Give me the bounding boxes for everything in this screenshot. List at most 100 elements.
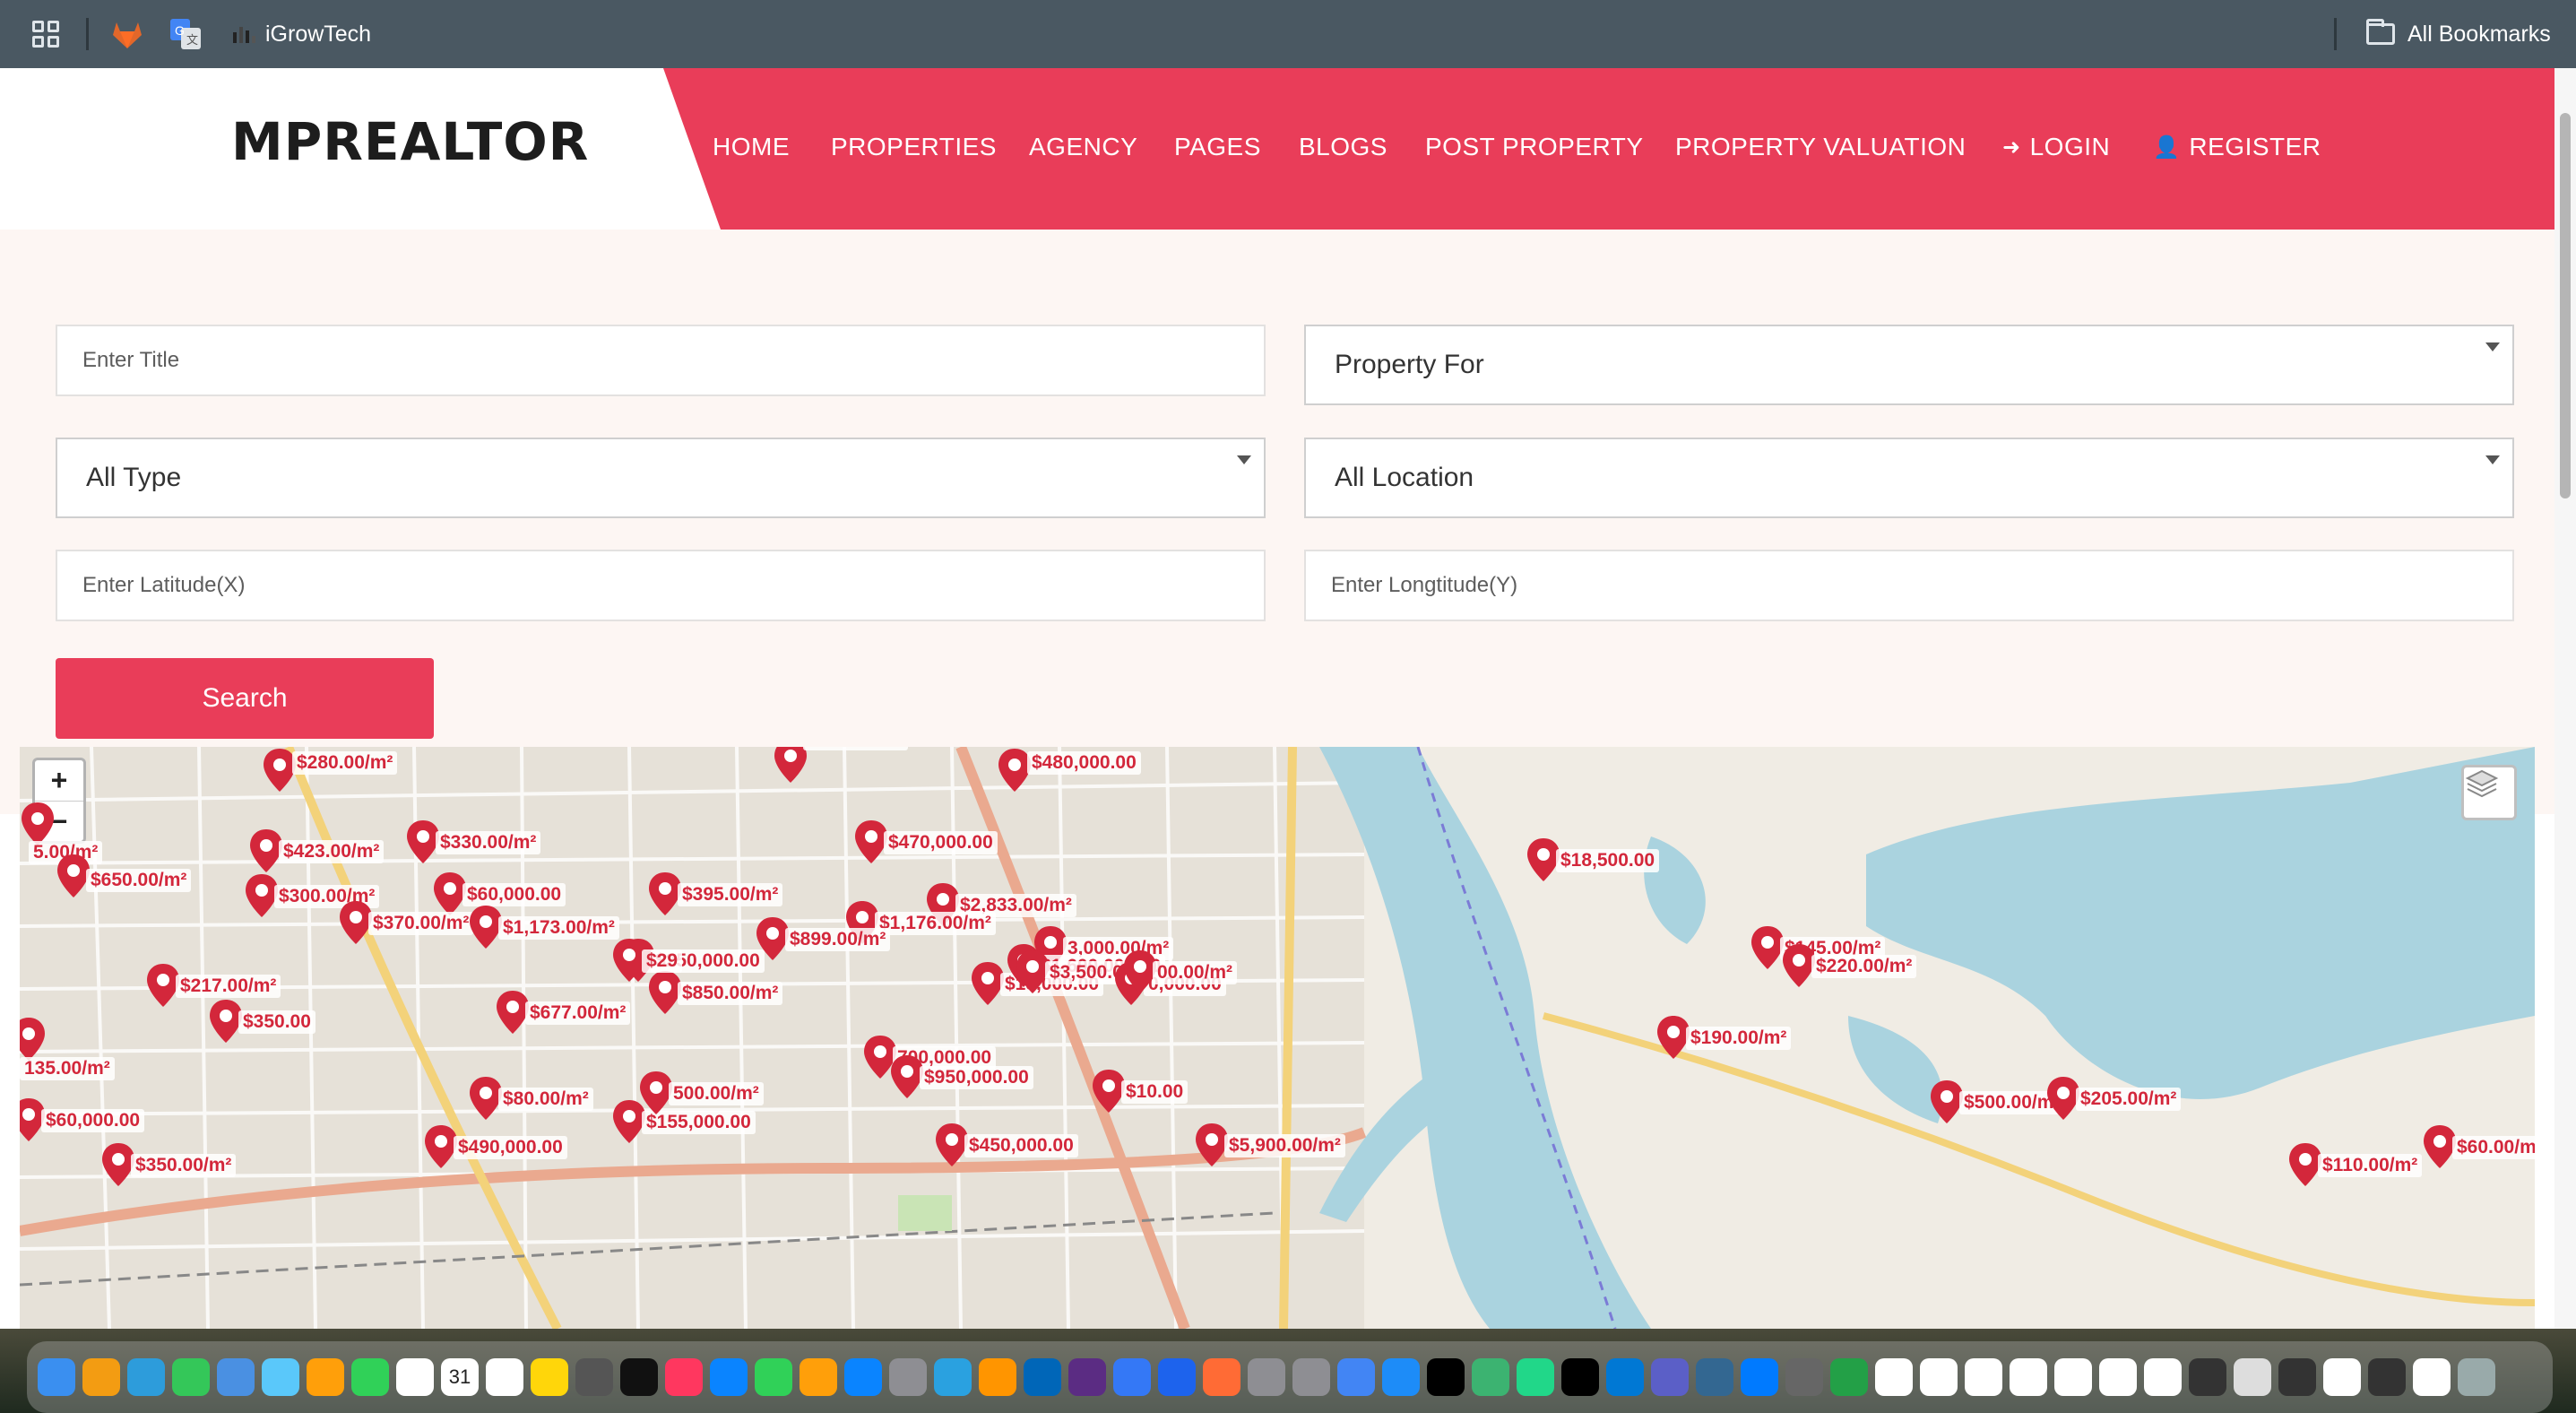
map-price-label: $110.00/m² bbox=[2318, 1154, 2423, 1177]
map-price-label: $220.00/m² bbox=[1811, 955, 1917, 978]
bookmarks-bar: G文 iGrowTech All Bookmarks bbox=[0, 0, 2576, 68]
dock-app-icon[interactable] bbox=[262, 1358, 299, 1396]
dock-app-icon[interactable] bbox=[1875, 1358, 1913, 1396]
dock-app-icon[interactable] bbox=[1651, 1358, 1689, 1396]
dock-app-icon[interactable] bbox=[1561, 1358, 1599, 1396]
dock-app-icon[interactable] bbox=[1830, 1358, 1868, 1396]
title-input[interactable]: Enter Title bbox=[56, 325, 1266, 396]
gitlab-bookmark-icon[interactable] bbox=[111, 0, 143, 68]
dock-app-icon[interactable] bbox=[1024, 1358, 1061, 1396]
dock-app-icon[interactable] bbox=[755, 1358, 792, 1396]
nav-register[interactable]: 👤 REGISTER bbox=[2153, 133, 2321, 161]
dock-app-icon[interactable] bbox=[2458, 1358, 2495, 1396]
longitude-input[interactable]: Enter Longtitude(Y) bbox=[1304, 550, 2514, 621]
apps-grid-icon[interactable] bbox=[32, 0, 59, 68]
nav-properties[interactable]: PROPERTIES bbox=[831, 133, 997, 161]
dock-app-icon[interactable] bbox=[844, 1358, 882, 1396]
map-price-label: $18,500.00 bbox=[1556, 849, 1660, 872]
dock-app-icon[interactable] bbox=[172, 1358, 210, 1396]
nav-property-valuation[interactable]: PROPERTY VALUATION bbox=[1675, 133, 1966, 161]
google-translate-bookmark-icon[interactable]: G文 bbox=[170, 0, 201, 68]
dock-app-icon[interactable] bbox=[2144, 1358, 2182, 1396]
dock-app-icon[interactable] bbox=[1785, 1358, 1823, 1396]
nav-login[interactable]: ➜ LOGIN bbox=[2002, 133, 2110, 161]
dock-app-icon[interactable] bbox=[2054, 1358, 2092, 1396]
site-logo[interactable]: MPREALTOR bbox=[231, 111, 589, 172]
dock-app-icon[interactable] bbox=[217, 1358, 255, 1396]
dock-app-icon[interactable] bbox=[1965, 1358, 2002, 1396]
folder-icon bbox=[2366, 19, 2395, 45]
dock-app-icon[interactable] bbox=[396, 1358, 434, 1396]
nav-agency[interactable]: AGENCY bbox=[1029, 133, 1137, 161]
location-value: All Location bbox=[1335, 463, 1474, 492]
dock-app-icon[interactable] bbox=[934, 1358, 972, 1396]
dock-app-icon[interactable] bbox=[575, 1358, 613, 1396]
dock-app-icon[interactable] bbox=[531, 1358, 568, 1396]
chevron-down-icon bbox=[1237, 455, 1251, 464]
dock-app-icon[interactable] bbox=[1472, 1358, 1509, 1396]
dock-app-icon[interactable] bbox=[2099, 1358, 2137, 1396]
dock-app-icon[interactable] bbox=[800, 1358, 837, 1396]
dock-app-icon[interactable] bbox=[1696, 1358, 1733, 1396]
page-scrollbar[interactable] bbox=[2554, 68, 2576, 1329]
map-marker-pin-icon[interactable] bbox=[20, 1016, 47, 1062]
dock-app-icon[interactable] bbox=[1920, 1358, 1958, 1396]
map-price-label: $5,900.00/m² bbox=[1224, 1134, 1345, 1157]
map-marker-pin-icon[interactable] bbox=[773, 747, 808, 785]
map-price-label: $10.00 bbox=[1121, 1080, 1189, 1104]
property-for-select[interactable]: Property For bbox=[1304, 325, 2514, 405]
dock-app-icon[interactable] bbox=[1337, 1358, 1375, 1396]
dock-app-icon[interactable] bbox=[1606, 1358, 1644, 1396]
dock-app-icon[interactable] bbox=[1517, 1358, 1554, 1396]
dock-app-icon[interactable] bbox=[486, 1358, 523, 1396]
bookmark-igrowtech[interactable]: iGrowTech bbox=[231, 0, 371, 68]
map-price-label: $470,000.00 bbox=[884, 831, 998, 854]
bookmark-separator bbox=[86, 18, 89, 50]
dock-app-icon[interactable] bbox=[2368, 1358, 2406, 1396]
dock-app-icon[interactable] bbox=[1068, 1358, 1106, 1396]
dock-app-icon[interactable] bbox=[710, 1358, 748, 1396]
dock-app-icon[interactable] bbox=[2278, 1358, 2316, 1396]
all-bookmarks-button[interactable]: All Bookmarks bbox=[2366, 0, 2551, 68]
dock-app-icon[interactable] bbox=[2413, 1358, 2451, 1396]
dock-app-icon[interactable] bbox=[1203, 1358, 1240, 1396]
dock-app-icon[interactable] bbox=[1427, 1358, 1465, 1396]
dock-app-icon[interactable] bbox=[38, 1358, 75, 1396]
dock-app-icon[interactable] bbox=[1292, 1358, 1330, 1396]
dock-app-icon[interactable] bbox=[127, 1358, 165, 1396]
dock-app-icon[interactable] bbox=[2323, 1358, 2361, 1396]
location-select[interactable]: All Location bbox=[1304, 438, 2514, 518]
chevron-down-icon bbox=[2485, 342, 2500, 351]
type-value: All Type bbox=[86, 463, 182, 492]
dock-app-icon[interactable] bbox=[2189, 1358, 2226, 1396]
dock-app-icon[interactable] bbox=[2234, 1358, 2271, 1396]
nav-post-property[interactable]: POST PROPERTY bbox=[1425, 133, 1644, 161]
dock-app-icon[interactable] bbox=[979, 1358, 1016, 1396]
dock-app-icon[interactable] bbox=[2010, 1358, 2047, 1396]
map-price-label: $350.00/m² bbox=[131, 1154, 237, 1177]
nav-pages[interactable]: PAGES bbox=[1174, 133, 1261, 161]
dock-app-icon[interactable] bbox=[307, 1358, 344, 1396]
map-price-label: 500.00/m² bbox=[669, 1082, 764, 1105]
dock-app-icon[interactable] bbox=[889, 1358, 927, 1396]
dock-app-icon[interactable] bbox=[620, 1358, 658, 1396]
dock-app-icon[interactable] bbox=[82, 1358, 120, 1396]
calendar-app-icon[interactable]: 31 bbox=[441, 1358, 479, 1396]
layers-button[interactable] bbox=[2461, 765, 2517, 820]
latitude-input[interactable]: Enter Latitude(X) bbox=[56, 550, 1266, 621]
zoom-in-button[interactable]: + bbox=[35, 760, 83, 802]
dock-app-icon[interactable] bbox=[665, 1358, 703, 1396]
nav-blogs[interactable]: BLOGS bbox=[1299, 133, 1387, 161]
search-button[interactable]: Search bbox=[56, 658, 434, 739]
dock-app-icon[interactable] bbox=[1741, 1358, 1778, 1396]
map-price-label: 135.00/m² bbox=[20, 1057, 115, 1080]
property-map[interactable]: + − $280.00/m²$850.00/m²$480,000.005.00/… bbox=[20, 747, 2535, 1329]
nav-home[interactable]: HOME bbox=[713, 133, 790, 161]
type-select[interactable]: All Type bbox=[56, 438, 1266, 518]
scroll-thumb[interactable] bbox=[2560, 113, 2571, 498]
dock-app-icon[interactable] bbox=[1382, 1358, 1420, 1396]
dock-app-icon[interactable] bbox=[351, 1358, 389, 1396]
dock-app-icon[interactable] bbox=[1248, 1358, 1285, 1396]
dock-app-icon[interactable] bbox=[1158, 1358, 1196, 1396]
dock-app-icon[interactable] bbox=[1113, 1358, 1151, 1396]
